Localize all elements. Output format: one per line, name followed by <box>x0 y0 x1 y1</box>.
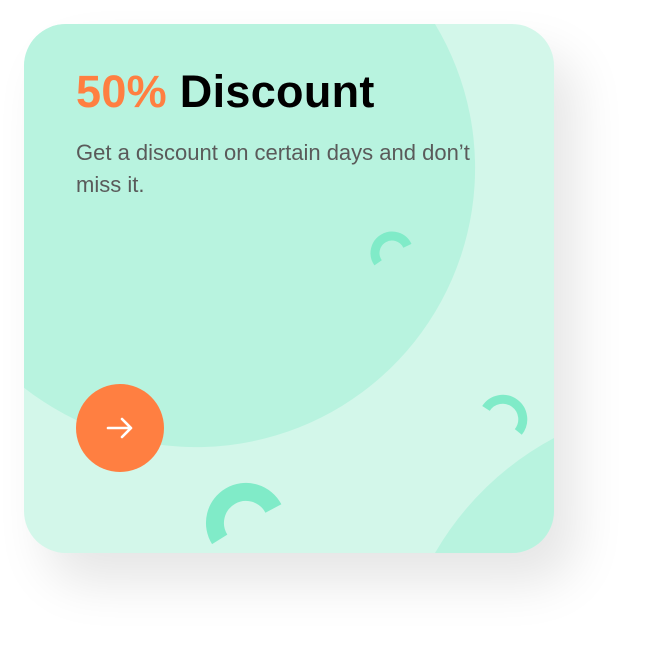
next-button[interactable] <box>76 384 164 472</box>
large-arc-bottom <box>205 482 282 545</box>
small-arc-right <box>482 394 528 435</box>
arrow-right-icon <box>105 413 135 443</box>
card-title: 50% Discount <box>76 66 375 118</box>
corner-blob <box>435 438 554 553</box>
title-text: Discount <box>179 66 375 117</box>
stage: 50% Discount Get a discount on certain d… <box>0 0 666 666</box>
discount-percent: 50% <box>76 66 167 117</box>
discount-card: 50% Discount Get a discount on certain d… <box>24 24 554 553</box>
card-description: Get a discount on certain days and don’t… <box>76 140 470 197</box>
